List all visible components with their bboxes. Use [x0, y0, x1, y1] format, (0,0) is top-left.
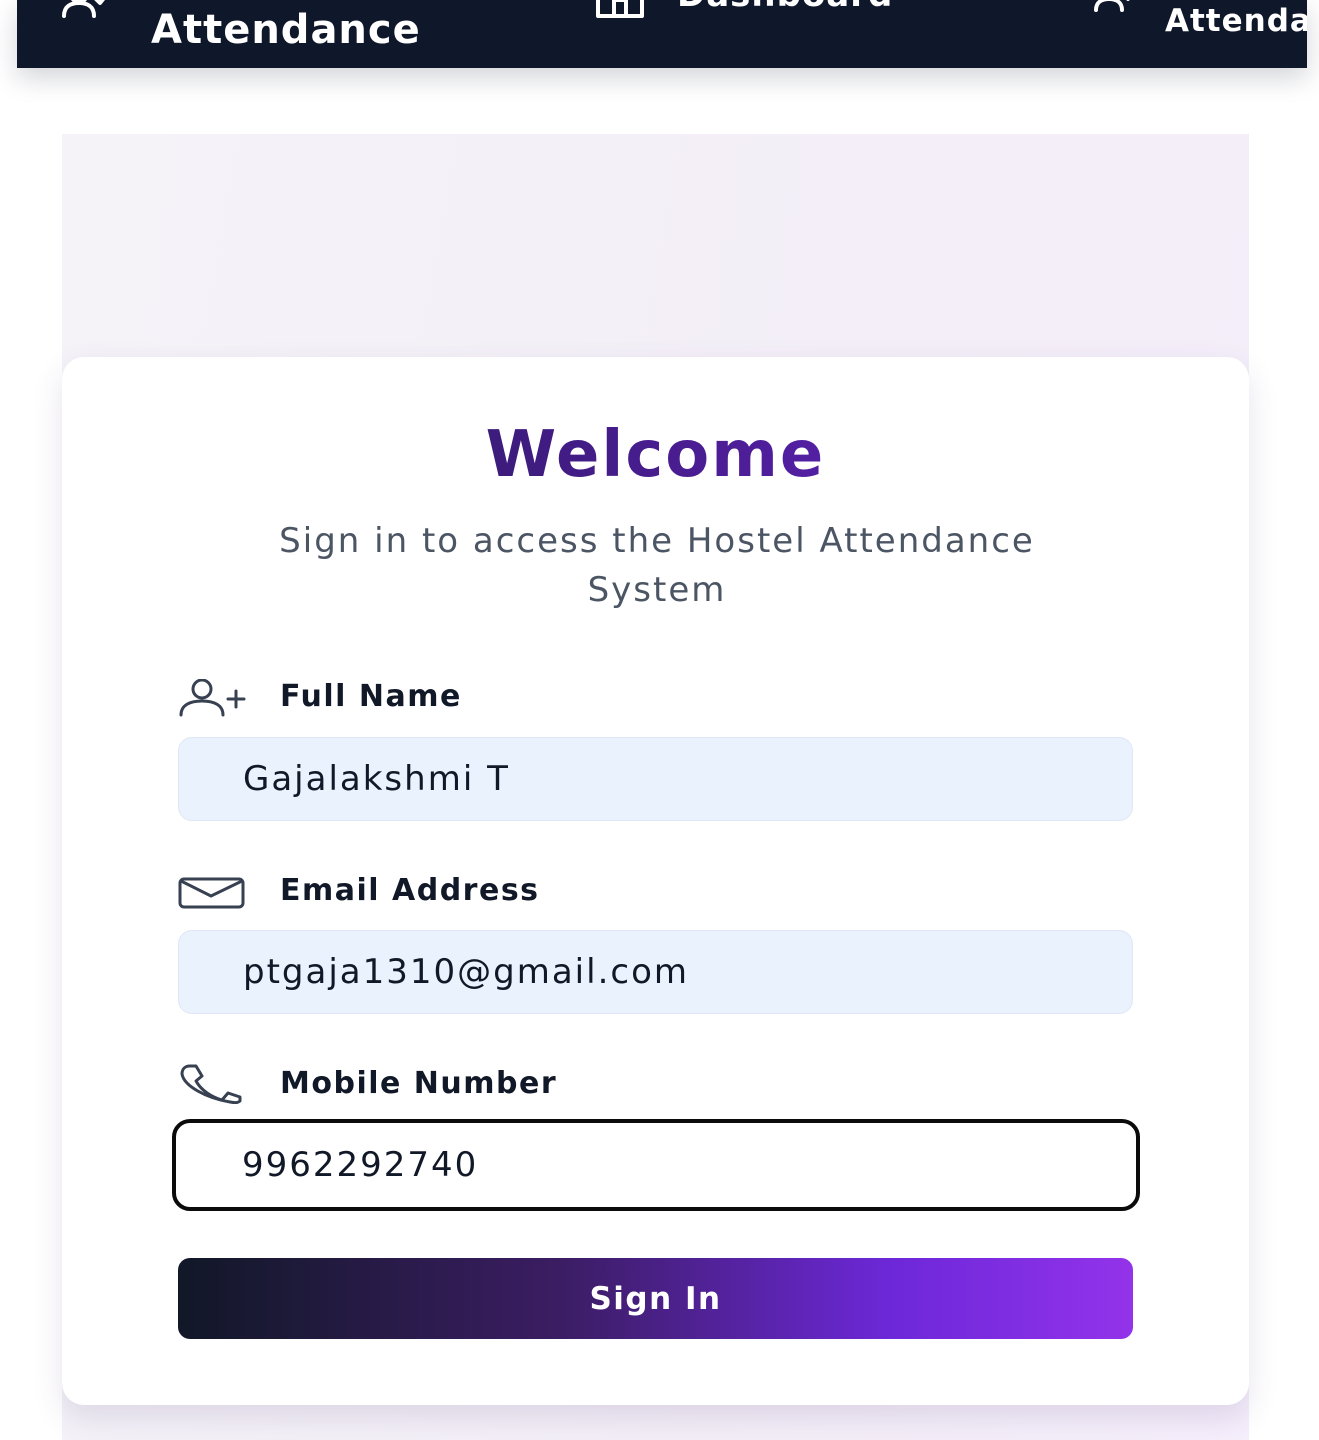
mobile-number-label: Mobile Number — [280, 1066, 558, 1101]
nav-link-attendance[interactable]: Attenda — [1165, 6, 1307, 37]
nav-link-dashboard[interactable]: Dashboard — [677, 0, 893, 12]
welcome-subtitle: Sign in to access the Hostel Attendance … — [279, 521, 1035, 610]
full-name-input[interactable] — [178, 737, 1133, 821]
email-address-label: Email Address — [280, 873, 540, 908]
brand-title[interactable]: Attendance — [151, 10, 421, 50]
user-check-icon — [62, 0, 105, 18]
user-plus-icon — [179, 679, 246, 717]
login-card: Welcome Sign in to access the Hostel Att… — [62, 357, 1249, 1405]
mobile-number-input[interactable] — [172, 1119, 1140, 1211]
sign-in-button[interactable]: Sign In — [178, 1258, 1133, 1339]
home-icon — [596, 0, 644, 18]
mail-icon — [178, 877, 245, 909]
email-input[interactable] — [178, 930, 1133, 1014]
welcome-title: Welcome — [62, 423, 1249, 487]
user-check-icon — [1094, 0, 1130, 12]
phone-icon — [180, 1064, 242, 1104]
top-navbar: Attendance Dashboard Attenda — [17, 0, 1307, 68]
full-name-label: Full Name — [280, 679, 462, 714]
